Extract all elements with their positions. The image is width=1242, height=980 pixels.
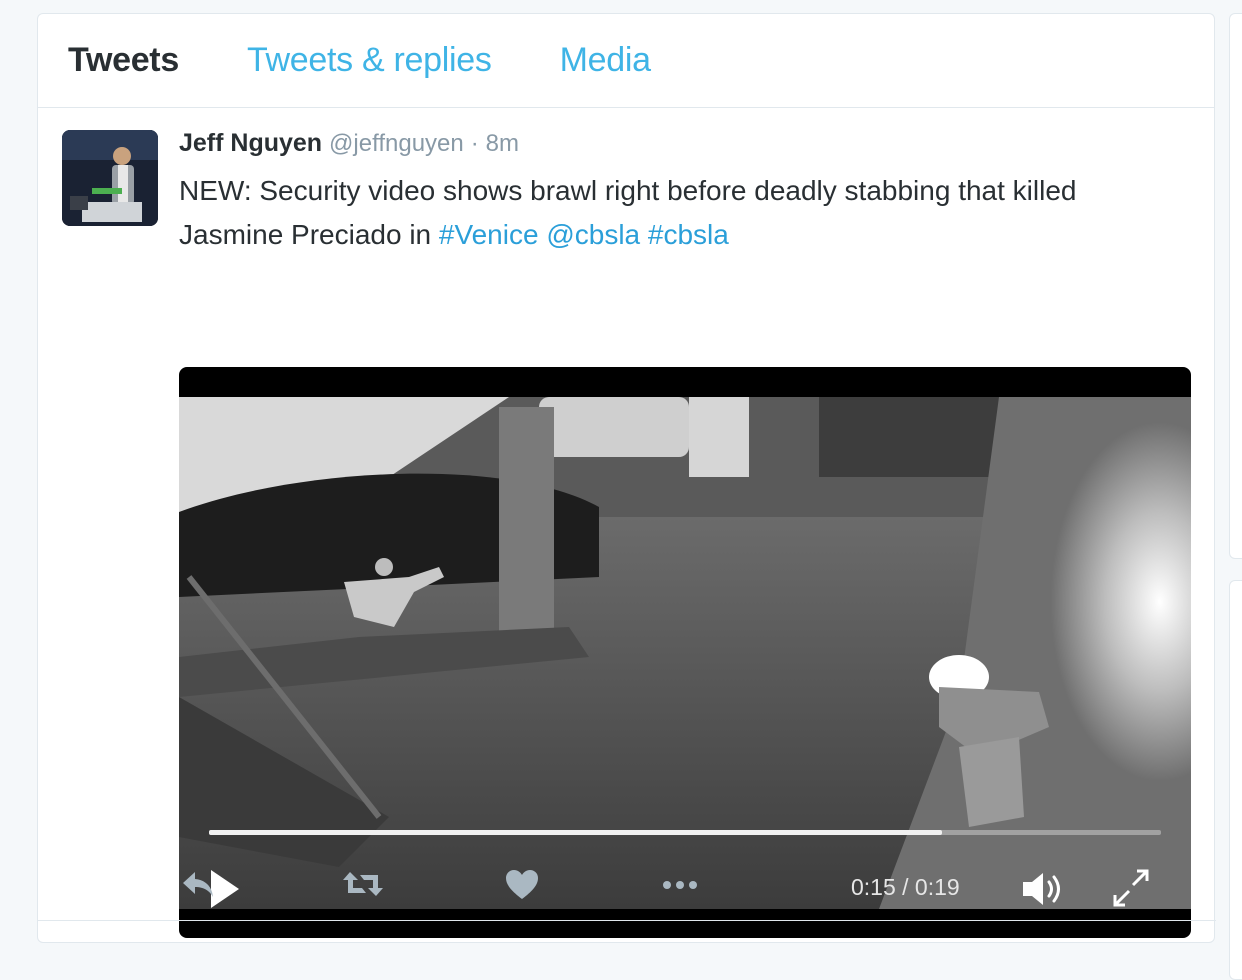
- tweet-actions: [179, 866, 739, 906]
- avatar[interactable]: [62, 130, 158, 226]
- retweet-button[interactable]: [340, 866, 386, 902]
- profile-timeline-card: Tweets Tweets & replies Media Jeff Nguye…: [37, 13, 1216, 943]
- avatar-image: [62, 130, 158, 226]
- tweet-divider: [38, 920, 1216, 921]
- separator-dot: ·: [470, 130, 479, 157]
- tab-tweets-and-replies[interactable]: Tweets & replies: [247, 41, 492, 80]
- video-progress-fill: [209, 830, 943, 835]
- tab-media[interactable]: Media: [560, 41, 651, 80]
- video-time-display: 0:15 / 0:19: [851, 874, 960, 900]
- hashtag-link-cbsla[interactable]: #cbsla: [648, 219, 729, 250]
- author-name[interactable]: Jeff Nguyen: [179, 129, 322, 157]
- tweet-text: NEW: Security video shows brawl right be…: [179, 169, 1179, 257]
- author-handle[interactable]: @jeffnguyen: [329, 130, 464, 157]
- like-icon: [506, 870, 538, 899]
- reply-icon: [183, 872, 213, 897]
- more-button[interactable]: [659, 866, 703, 902]
- volume-button[interactable]: [1021, 869, 1067, 909]
- video-progress-bar[interactable]: [209, 830, 1161, 835]
- video-player[interactable]: 0:15 / 0:19: [179, 367, 1191, 938]
- side-panel: [1229, 13, 1242, 559]
- tweet-header: Jeff Nguyen @jeffnguyen · 8m: [179, 128, 1190, 159]
- fullscreen-icon: [1113, 869, 1149, 907]
- tweet-timestamp[interactable]: 8m: [486, 130, 519, 157]
- like-button[interactable]: [502, 866, 542, 902]
- retweet-icon: [343, 872, 383, 896]
- fullscreen-button[interactable]: [1109, 867, 1153, 909]
- side-panel-lower: [1229, 580, 1242, 980]
- tweet-body: Jeff Nguyen @jeffnguyen · 8m NEW: Securi…: [179, 128, 1190, 257]
- volume-icon: [1023, 873, 1060, 905]
- tab-tweets[interactable]: Tweets: [68, 41, 179, 80]
- tweet[interactable]: Jeff Nguyen @jeffnguyen · 8m NEW: Securi…: [38, 108, 1214, 943]
- hashtag-link-venice[interactable]: #Venice: [439, 219, 539, 250]
- reply-button[interactable]: [179, 866, 219, 902]
- timeline-tabs: Tweets Tweets & replies Media: [38, 14, 1214, 108]
- more-icon: [663, 881, 697, 889]
- mention-link-cbsla[interactable]: @cbsla: [546, 219, 640, 250]
